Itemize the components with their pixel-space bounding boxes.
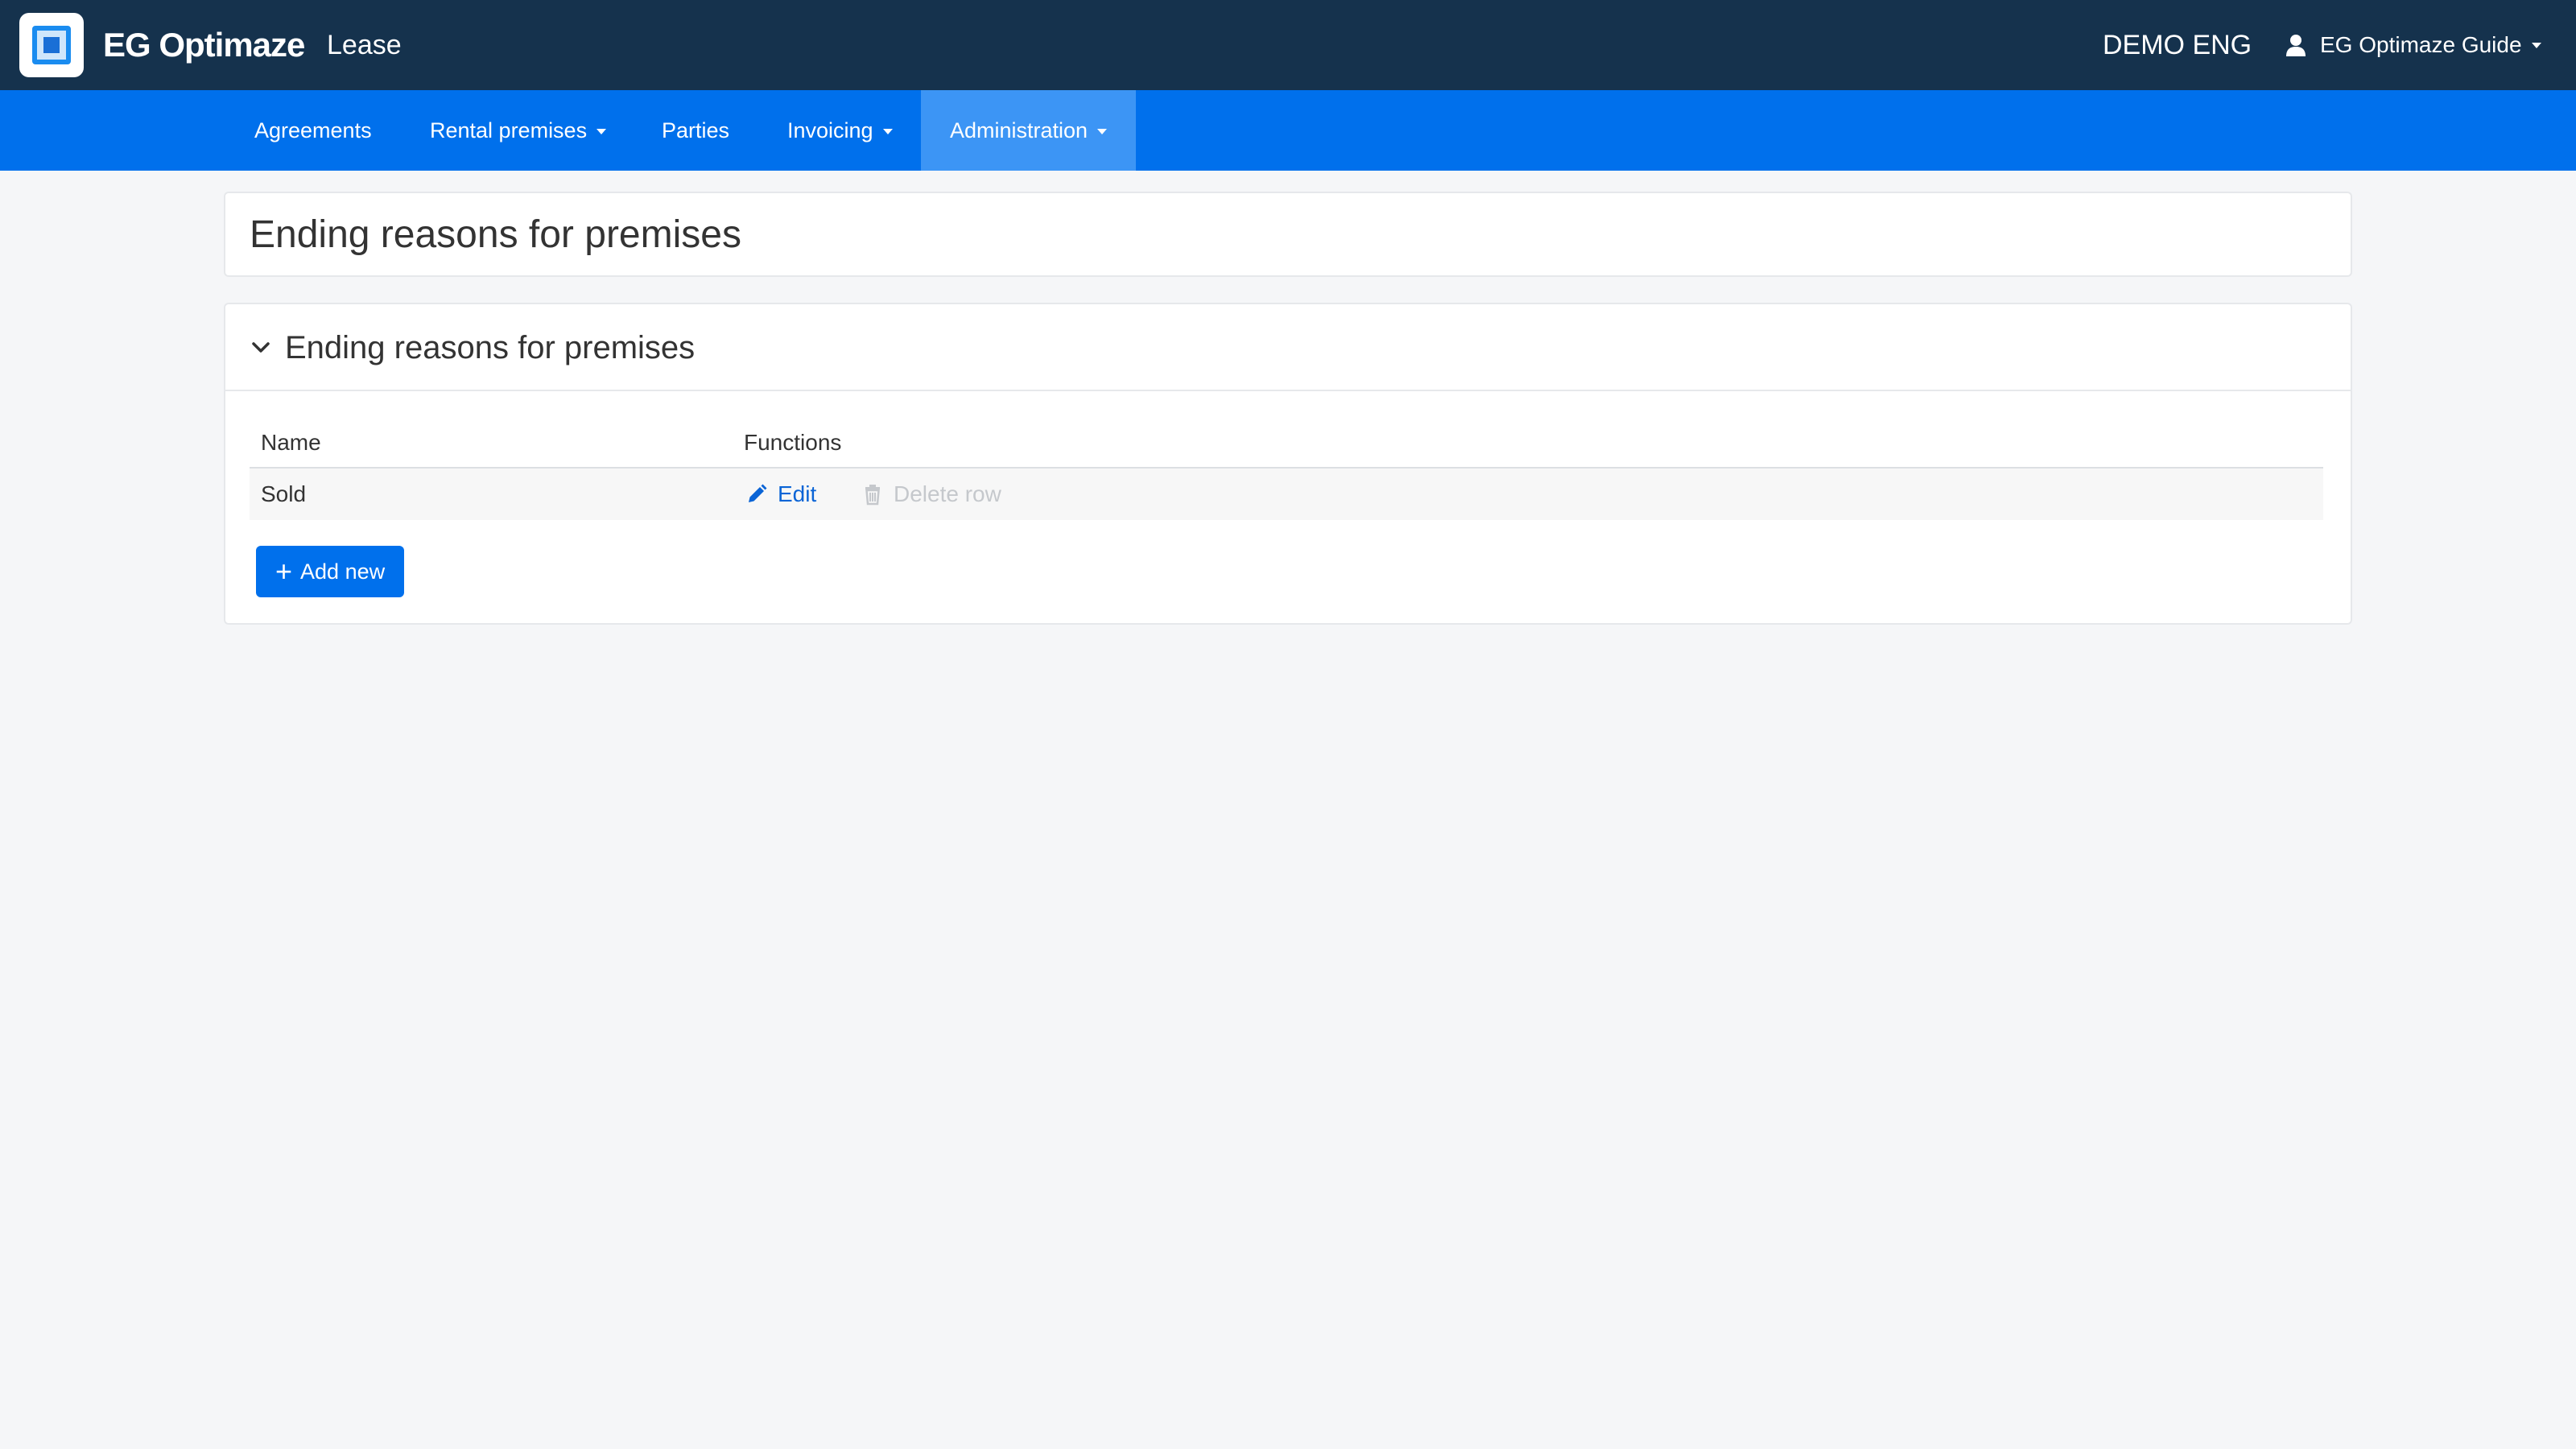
- chevron-down-icon[interactable]: [250, 336, 272, 359]
- row-name: Sold: [261, 481, 307, 506]
- nav-agreements[interactable]: Agreements: [225, 90, 401, 171]
- plus-icon: +: [275, 555, 293, 588]
- brand-name: EG Optimaze: [103, 26, 305, 64]
- pencil-icon: [749, 484, 767, 502]
- main-nav: Agreements Rental premises Parties Invoi…: [0, 90, 2576, 171]
- chevron-down-icon: [882, 129, 893, 135]
- nav-rental-premises[interactable]: Rental premises: [401, 90, 635, 171]
- table-header: Name Functions: [250, 417, 2323, 469]
- page-title-card: Ending reasons for premises: [224, 192, 2352, 277]
- app-logo[interactable]: [19, 13, 84, 77]
- reasons-table: Name Functions Sold Edit Delete row: [250, 417, 2323, 520]
- column-header-functions: Functions: [744, 430, 842, 455]
- chevron-down-icon: [2531, 42, 2541, 48]
- add-new-button[interactable]: + Add new: [256, 546, 405, 597]
- nav-parties[interactable]: Parties: [633, 90, 758, 171]
- panel-title: Ending reasons for premises: [285, 330, 696, 365]
- panel-header[interactable]: Ending reasons for premises: [225, 304, 2351, 391]
- column-header-name: Name: [261, 430, 321, 455]
- user-menu[interactable]: EG Optimaze Guide: [2283, 24, 2541, 66]
- edit-button[interactable]: Edit: [745, 469, 816, 520]
- add-new-label: Add new: [300, 559, 386, 584]
- user-name: EG Optimaze Guide: [2320, 32, 2522, 57]
- chevron-down-icon: [597, 129, 607, 135]
- ending-reasons-panel: Ending reasons for premises Name Functio…: [224, 303, 2352, 625]
- nav-invoicing[interactable]: Invoicing: [758, 90, 922, 171]
- module-name: Lease: [327, 30, 402, 60]
- tenant-name: DEMO ENG: [2103, 30, 2252, 60]
- nav-administration[interactable]: Administration: [921, 90, 1137, 171]
- user-icon: [2286, 35, 2306, 56]
- top-bar: EG Optimaze Lease DEMO ENG EG Optimaze G…: [0, 0, 2576, 90]
- table-row: Sold Edit Delete row: [250, 469, 2323, 520]
- edit-label: Edit: [778, 481, 817, 506]
- chevron-down-icon: [1097, 129, 1108, 135]
- trash-icon: [865, 485, 880, 506]
- delete-label: Delete row: [894, 481, 1001, 506]
- delete-row-button[interactable]: Delete row: [861, 469, 1001, 520]
- page-title: Ending reasons for premises: [250, 213, 741, 256]
- logo-icon: [32, 26, 71, 64]
